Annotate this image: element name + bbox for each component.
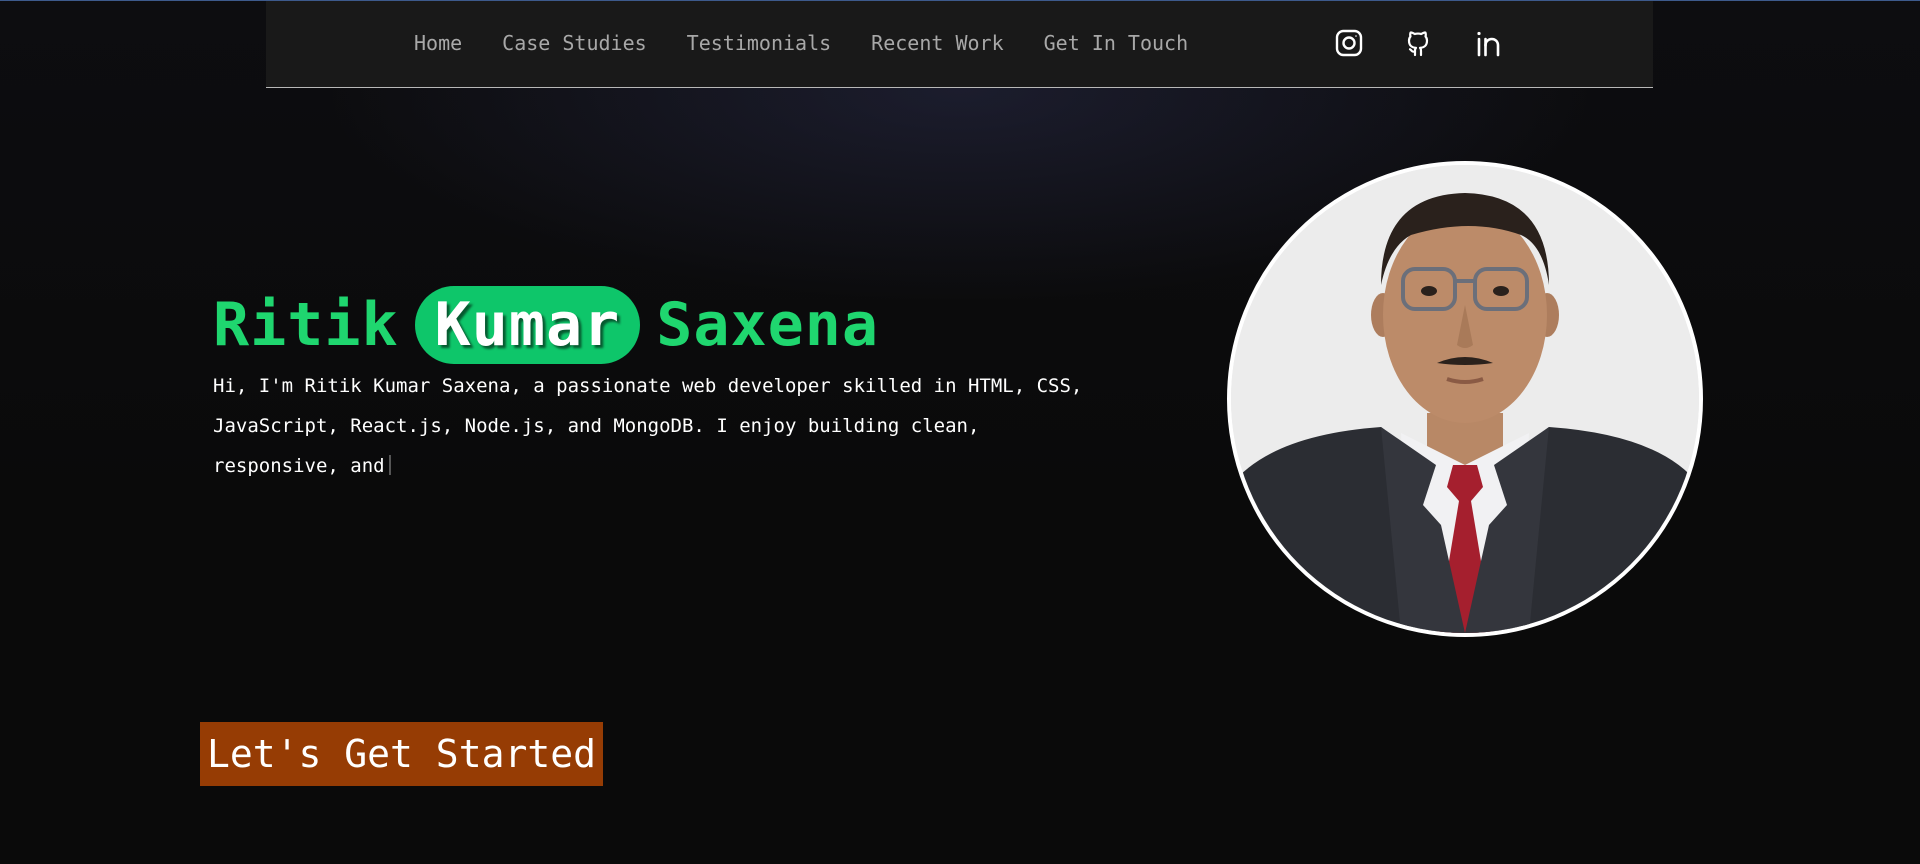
social-links [1334,28,1504,58]
linkedin-icon[interactable] [1474,28,1504,58]
hero-title: Ritik Kumar Saxena [213,285,879,365]
nav-link-testimonials[interactable]: Testimonials [687,31,832,55]
hero-description: Hi, I'm Ritik Kumar Saxena, a passionate… [213,366,1093,486]
nav-link-recent-work[interactable]: Recent Work [871,31,1003,55]
name-first: Ritik [213,290,399,360]
nav-link-case-studies[interactable]: Case Studies [502,31,647,55]
nav-links: Home Case Studies Testimonials Recent Wo… [414,31,1188,55]
name-middle-pill: Kumar [414,286,641,364]
nav-link-home[interactable]: Home [414,31,462,55]
navbar: Home Case Studies Testimonials Recent Wo… [266,1,1653,88]
profile-photo [1227,161,1703,637]
github-icon[interactable] [1404,28,1434,58]
name-last: Saxena [656,290,879,360]
get-started-button[interactable]: Let's Get Started [200,722,603,786]
hero-description-text: Hi, I'm Ritik Kumar Saxena, a passionate… [213,375,1083,477]
instagram-icon[interactable] [1334,28,1364,58]
typing-caret [388,455,391,475]
nav-link-get-in-touch[interactable]: Get In Touch [1044,31,1189,55]
profile-photo-illustration [1231,165,1699,633]
